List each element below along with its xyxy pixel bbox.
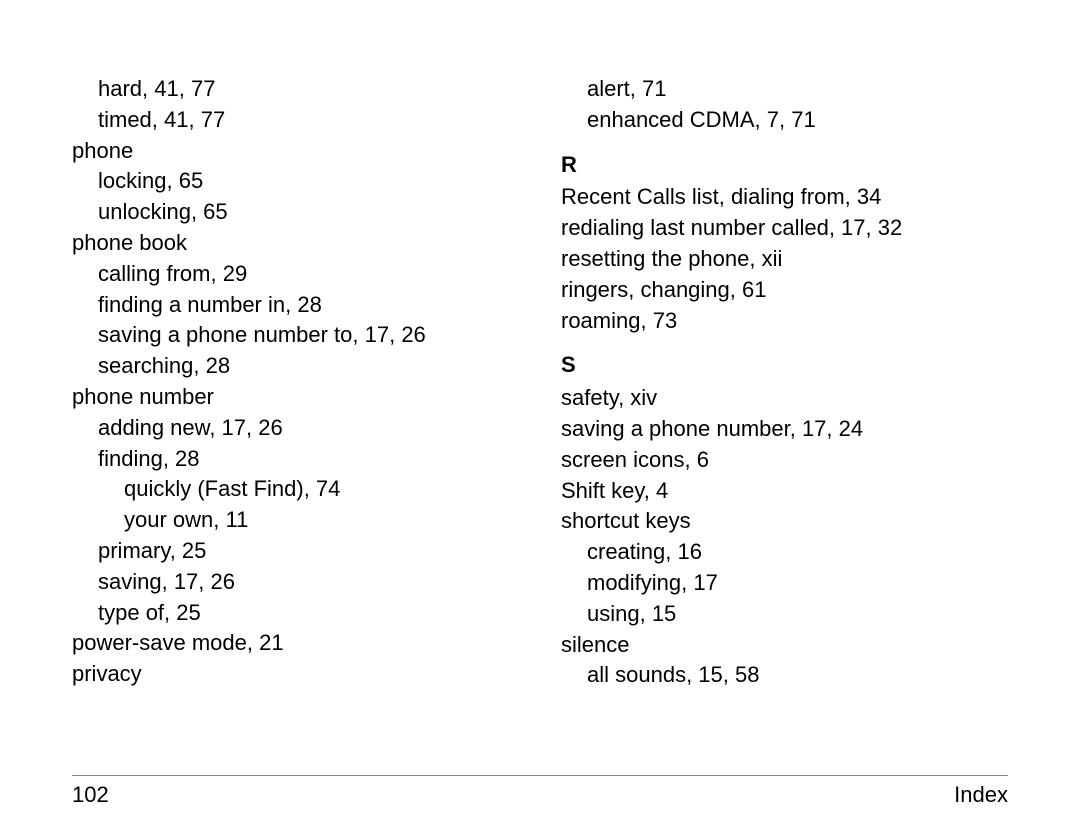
- index-entry: Shift key, 4: [561, 476, 1008, 507]
- page-footer: 102 Index: [72, 775, 1008, 808]
- index-entry: quickly (Fast Find), 74: [72, 474, 519, 505]
- index-entry: ringers, changing, 61: [561, 275, 1008, 306]
- index-entry: locking, 65: [72, 166, 519, 197]
- index-entry: Recent Calls list, dialing from, 34: [561, 182, 1008, 213]
- page-number: 102: [72, 782, 109, 808]
- index-entry: finding a number in, 28: [72, 290, 519, 321]
- index-entry: hard, 41, 77: [72, 74, 519, 105]
- index-entry: phone book: [72, 228, 519, 259]
- index-entry: safety, xiv: [561, 383, 1008, 414]
- index-entry: all sounds, 15, 58: [561, 660, 1008, 691]
- index-entry: saving, 17, 26: [72, 567, 519, 598]
- index-right-column: alert, 71enhanced CDMA, 7, 71 RRecent Cal…: [561, 74, 1008, 764]
- index-entry: type of, 25: [72, 598, 519, 629]
- index-entry: unlocking, 65: [72, 197, 519, 228]
- index-entry: timed, 41, 77: [72, 105, 519, 136]
- index-entry: phone: [72, 136, 519, 167]
- index-entry: alert, 71: [561, 74, 1008, 105]
- page-title: Index: [954, 782, 1008, 808]
- index-columns: hard, 41, 77timed, 41, 77phonelocking, 6…: [72, 74, 1008, 764]
- index-entry: your own, 11: [72, 505, 519, 536]
- index-entry: primary, 25: [72, 536, 519, 567]
- index-entry: adding new, 17, 26: [72, 413, 519, 444]
- index-entry: using, 15: [561, 599, 1008, 630]
- index-entry: resetting the phone, xii: [561, 244, 1008, 275]
- index-entry: privacy: [72, 659, 519, 690]
- index-entry: finding, 28: [72, 444, 519, 475]
- index-entry: enhanced CDMA, 7, 71: [561, 105, 1008, 136]
- index-entry: phone number: [72, 382, 519, 413]
- index-entry: modifying, 17: [561, 568, 1008, 599]
- index-entry: saving a phone number to, 17, 26: [72, 320, 519, 351]
- index-entry: searching, 28: [72, 351, 519, 382]
- index-entry: shortcut keys: [561, 506, 1008, 537]
- index-entry: calling from, 29: [72, 259, 519, 290]
- index-entry: creating, 16: [561, 537, 1008, 568]
- index-entry: roaming, 73: [561, 306, 1008, 337]
- index-entry: power-save mode, 21: [72, 628, 519, 659]
- index-entry: redialing last number called, 17, 32: [561, 213, 1008, 244]
- index-entry: saving a phone number, 17, 24: [561, 414, 1008, 445]
- index-page: hard, 41, 77timed, 41, 77phonelocking, 6…: [0, 0, 1080, 834]
- index-section-header: S: [561, 350, 1008, 381]
- index-entry: screen icons, 6: [561, 445, 1008, 476]
- index-left-column: hard, 41, 77timed, 41, 77phonelocking, 6…: [72, 74, 519, 764]
- index-section-header: R: [561, 150, 1008, 181]
- index-entry: silence: [561, 630, 1008, 661]
